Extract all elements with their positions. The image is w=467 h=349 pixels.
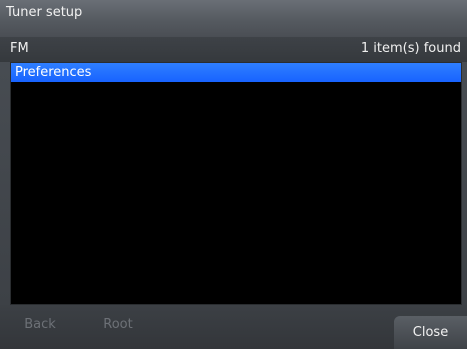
window-title: Tuner setup — [6, 5, 83, 20]
title-bar: Tuner setup — [0, 0, 467, 37]
list-item-preferences[interactable]: Preferences — [11, 63, 461, 82]
settings-list: Preferences — [10, 62, 462, 305]
list-item-label: Preferences — [15, 65, 92, 80]
items-found-status: 1 item(s) found — [360, 41, 461, 56]
subheader-bar: FM 1 item(s) found — [0, 37, 467, 62]
close-button[interactable]: Close — [394, 316, 467, 349]
root-button[interactable]: Root — [96, 317, 140, 332]
tuner-setup-window: Tuner setup FM 1 item(s) found Preferenc… — [0, 0, 467, 349]
band-label: FM — [10, 41, 29, 56]
back-button[interactable]: Back — [18, 317, 62, 332]
bottom-bar: Back Root Close — [0, 305, 467, 349]
